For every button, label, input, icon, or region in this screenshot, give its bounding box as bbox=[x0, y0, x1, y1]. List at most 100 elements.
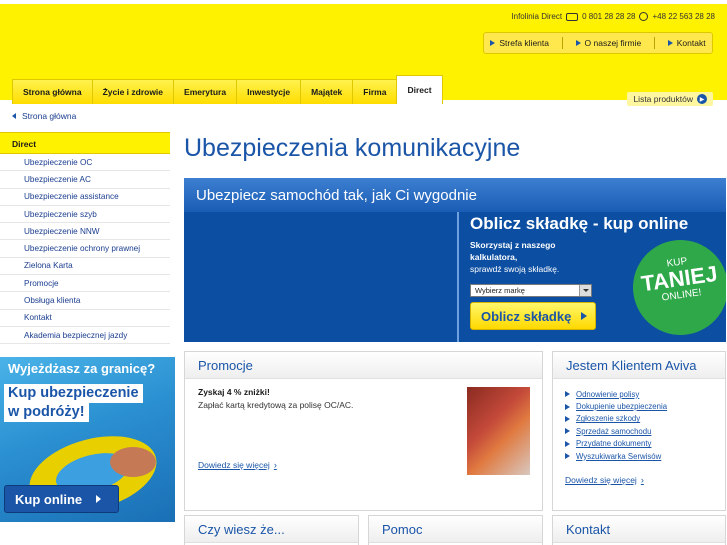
banner-question: Wyjeżdżasz za granicę? bbox=[8, 361, 156, 376]
link-label: O naszej firmie bbox=[584, 38, 642, 48]
banner-headline-2: w podróży! bbox=[4, 403, 89, 422]
sidebar-item-zielona-karta[interactable]: Zielona Karta bbox=[0, 258, 170, 276]
phone-number: 0 801 28 28 28 bbox=[582, 12, 636, 21]
link-kontakt[interactable]: Kontakt bbox=[667, 38, 706, 48]
tab-inwestycje[interactable]: Inwestycje bbox=[236, 79, 302, 104]
hero-title: Ubezpiecz samochód tak, jak Ci wygodnie bbox=[196, 187, 477, 204]
sidebar-item-akademia[interactable]: Akademia bezpiecznej jazdy bbox=[0, 327, 170, 345]
czy-wiesz-box: Czy wiesz że... bbox=[184, 515, 359, 545]
aviva-link-dokupienie[interactable]: Dokupienie ubezpieczenia bbox=[565, 400, 667, 412]
top-links: Strefa klienta O naszej firmie Kontakt bbox=[483, 32, 713, 54]
kup-taniej-badge: KUP TANIEJ ONLINE! bbox=[626, 233, 726, 342]
more-label: Dowiedz się więcej bbox=[198, 460, 270, 470]
tab-zycie-i-zdrowie[interactable]: Życie i zdrowie bbox=[91, 79, 175, 104]
aviva-link-odnowienie[interactable]: Odnowienie polisy bbox=[565, 388, 667, 400]
sidebar-item-promocje[interactable]: Promocje bbox=[0, 275, 170, 293]
pomoc-title: Pomoc bbox=[369, 516, 542, 543]
arrow-right-icon bbox=[565, 440, 570, 447]
tab-direct[interactable]: Direct bbox=[396, 75, 443, 104]
chevron-right-icon: › bbox=[640, 475, 644, 485]
main-tabs: Strona główna Życie i zdrowie Emerytura … bbox=[12, 75, 443, 104]
tab-majatek[interactable]: Majątek bbox=[300, 79, 354, 104]
promo-text: Zapłać kartą kredytową za polisę OC/AC. bbox=[198, 400, 354, 410]
arrow-right-icon bbox=[565, 391, 570, 398]
arrow-left-icon bbox=[12, 113, 16, 119]
phone-number-2: +48 22 563 28 28 bbox=[652, 12, 715, 21]
infolinia-label: Infolinia Direct bbox=[511, 12, 563, 21]
back-link[interactable]: Strona główna bbox=[0, 108, 170, 124]
divider bbox=[653, 37, 655, 49]
chevron-right-icon: › bbox=[273, 460, 277, 470]
aviva-more-link[interactable]: Dowiedz się więcej › bbox=[565, 475, 644, 485]
link-o-naszej-firmie[interactable]: O naszej firmie bbox=[575, 38, 642, 48]
arrow-right-icon bbox=[490, 40, 496, 46]
divider bbox=[561, 37, 563, 49]
promocje-box: Promocje Zyskaj 4 % zniżki! Zapłać kartą… bbox=[184, 351, 543, 511]
aviva-title: Jestem Klientem Aviva bbox=[553, 352, 725, 379]
kontakt-box: Kontakt bbox=[552, 515, 726, 545]
sidebar-item-obsluga-klienta[interactable]: Obsługa klienta bbox=[0, 292, 170, 310]
aviva-link-sprzedaz[interactable]: Sprzedaż samochodu bbox=[565, 425, 667, 437]
lista-produktow-button[interactable]: Lista produktów ▶ bbox=[627, 92, 713, 106]
arrow-right-icon bbox=[565, 415, 570, 422]
calculator-desc-bold: Skorzystaj z naszego kalkulatora, bbox=[470, 240, 556, 262]
arrow-right-icon bbox=[96, 495, 102, 503]
tab-firma[interactable]: Firma bbox=[352, 79, 398, 104]
chevron-down-icon bbox=[579, 285, 591, 296]
kup-online-label: Kup online bbox=[15, 491, 83, 507]
pomoc-box: Pomoc bbox=[368, 515, 543, 545]
aviva-client-box: Jestem Klientem Aviva Odnowienie polisy … bbox=[552, 351, 726, 511]
arrow-right-icon bbox=[565, 403, 570, 410]
aviva-link-zgloszenie[interactable]: Zgłoszenie szkody bbox=[565, 413, 667, 425]
promo-photo bbox=[467, 387, 530, 475]
tab-emerytura[interactable]: Emerytura bbox=[173, 79, 238, 104]
hero-banner: Ubezpiecz samochód tak, jak Ci wygodnie … bbox=[184, 178, 726, 342]
link-label: Sprzedaż samochodu bbox=[576, 426, 652, 436]
phone-icon bbox=[566, 12, 579, 21]
page: Infolinia Direct 0 801 28 28 28 +48 22 5… bbox=[0, 0, 727, 545]
sidebar-item-kontakt[interactable]: Kontakt bbox=[0, 310, 170, 327]
promo-more-link[interactable]: Dowiedz się więcej › bbox=[198, 460, 277, 470]
arrow-right-icon bbox=[581, 312, 588, 320]
oblicz-skladke-button[interactable]: Oblicz składkę bbox=[470, 302, 596, 330]
calculator-description: Skorzystaj z naszego kalkulatora, sprawd… bbox=[470, 239, 580, 275]
sidebar-item-ac[interactable]: Ubezpieczenie AC bbox=[0, 171, 170, 189]
aviva-link-dokumenty[interactable]: Przydatne dokumenty bbox=[565, 438, 667, 450]
header: Infolinia Direct 0 801 28 28 28 +48 22 5… bbox=[0, 0, 727, 106]
link-label: Strefa klienta bbox=[499, 38, 549, 48]
sidebar-section-title[interactable]: Direct bbox=[0, 132, 170, 154]
back-label: Strona główna bbox=[22, 111, 77, 121]
link-label: Przydatne dokumenty bbox=[576, 439, 652, 449]
link-label: Zgłoszenie szkody bbox=[576, 414, 641, 424]
kup-online-button[interactable]: Kup online bbox=[4, 485, 119, 513]
promo-headline: Zyskaj 4 % zniżki! bbox=[198, 387, 270, 397]
link-label: Kontakt bbox=[676, 38, 706, 48]
calculator-desc-text: sprawdź swoją składkę. bbox=[470, 264, 560, 274]
travel-insurance-banner[interactable]: Wyjeżdżasz za granicę? Kup ubezpieczenie… bbox=[0, 357, 175, 522]
arrow-right-icon bbox=[565, 453, 570, 460]
link-label: Wyszukiwarka Serwisów bbox=[576, 451, 662, 461]
link-label: Dokupienie ubezpieczenia bbox=[576, 402, 668, 412]
promocje-title: Promocje bbox=[185, 352, 542, 379]
sidebar-item-nnw[interactable]: Ubezpieczenie NNW bbox=[0, 223, 170, 241]
lista-produktow-label: Lista produktów bbox=[633, 94, 693, 104]
person-image bbox=[110, 447, 156, 477]
car-brand-select-value: Wybierz markę bbox=[475, 286, 525, 295]
tab-strona-glowna[interactable]: Strona główna bbox=[12, 79, 93, 104]
arrow-right-icon bbox=[667, 40, 673, 46]
chevron-right-icon: ▶ bbox=[697, 94, 707, 104]
kontakt-title: Kontakt bbox=[553, 516, 725, 543]
mobile-phone-icon bbox=[639, 12, 649, 21]
sidebar-item-szyb[interactable]: Ubezpieczenie szyb bbox=[0, 206, 170, 224]
infolinia: Infolinia Direct 0 801 28 28 28 +48 22 5… bbox=[511, 12, 715, 21]
sidebar-item-assistance[interactable]: Ubezpieczenie assistance bbox=[0, 189, 170, 206]
sidebar: Strona główna Direct Ubezpieczenie OC Ub… bbox=[0, 108, 170, 345]
car-brand-select[interactable]: Wybierz markę bbox=[470, 284, 592, 297]
czy-wiesz-title: Czy wiesz że... bbox=[185, 516, 358, 543]
banner-headline-1: Kup ubezpieczenie bbox=[4, 384, 143, 403]
calculator-title: Oblicz składkę - kup online bbox=[470, 214, 689, 233]
sidebar-item-ochrona-prawna[interactable]: Ubezpieczenie ochrony prawnej bbox=[0, 240, 170, 258]
link-strefa-klienta[interactable]: Strefa klienta bbox=[490, 38, 549, 48]
aviva-link-serwisy[interactable]: Wyszukiwarka Serwisów bbox=[565, 450, 667, 462]
sidebar-item-oc[interactable]: Ubezpieczenie OC bbox=[0, 154, 170, 172]
